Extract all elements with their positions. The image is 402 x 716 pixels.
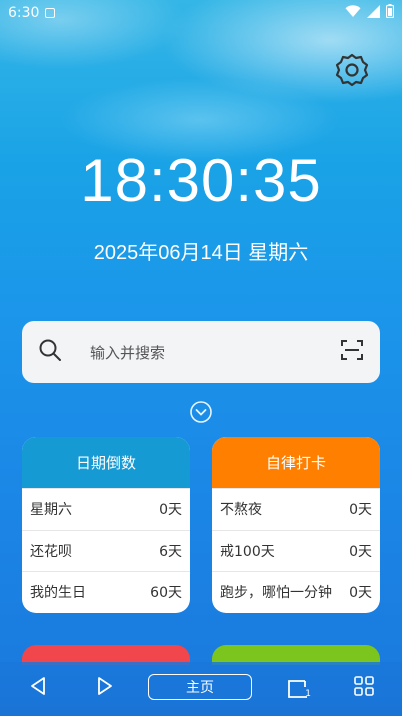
wifi-icon xyxy=(345,4,361,22)
list-item-value: 60天 xyxy=(150,585,182,602)
app-notification-icon xyxy=(45,8,56,18)
list-item[interactable]: 我的生日 60天 xyxy=(22,571,190,613)
date-text: 2025年06月14日 星期六 xyxy=(93,242,309,264)
list-item-value: 0天 xyxy=(349,543,372,560)
search-bar[interactable]: 输入并搜索 xyxy=(22,321,380,383)
chevron-down-circle-icon xyxy=(189,400,213,428)
menu-button[interactable] xyxy=(352,676,376,700)
home-button[interactable]: 主页 xyxy=(148,674,252,700)
forward-button[interactable] xyxy=(93,676,117,700)
gear-icon xyxy=(334,52,370,92)
tabs-icon: 1 xyxy=(287,679,311,699)
list-item[interactable]: 戒100天 0天 xyxy=(212,529,380,572)
signal-icon xyxy=(367,4,380,22)
settings-button[interactable] xyxy=(332,52,372,92)
tab-count: 1 xyxy=(305,689,311,699)
expand-button[interactable] xyxy=(189,400,213,428)
list-item-label: 戒100天 xyxy=(220,543,275,560)
list-item-label: 还花呗 xyxy=(30,543,72,560)
countdown-card-title[interactable]: 日期倒数 xyxy=(22,437,190,488)
list-item-label: 星期六 xyxy=(30,502,72,519)
battery-icon xyxy=(385,4,395,22)
list-item-label: 不熬夜 xyxy=(220,502,262,519)
forward-icon xyxy=(96,676,114,700)
status-time: 6:30 xyxy=(8,5,40,21)
list-item[interactable]: 不熬夜 0天 xyxy=(212,488,380,530)
list-item-value: 6天 xyxy=(159,543,182,560)
scan-icon[interactable] xyxy=(340,338,364,366)
tabs-button[interactable]: 1 xyxy=(285,676,311,702)
back-icon xyxy=(29,676,47,700)
list-item[interactable]: 还花呗 6天 xyxy=(22,529,190,572)
list-item[interactable]: 跑步，哪怕一分钟 0天 xyxy=(212,571,380,613)
grid-menu-icon xyxy=(354,676,374,700)
checkin-card-title[interactable]: 自律打卡 xyxy=(212,437,380,488)
bottom-navigation: 主页 1 xyxy=(0,662,402,716)
list-item-label: 我的生日 xyxy=(30,585,86,602)
list-item-value: 0天 xyxy=(349,502,372,519)
status-bar: 6:30 xyxy=(0,0,402,26)
checkin-card[interactable]: 自律打卡 不熬夜 0天 戒100天 0天 跑步，哪怕一分钟 0天 xyxy=(212,437,380,613)
list-item-value: 0天 xyxy=(349,585,372,602)
back-button[interactable] xyxy=(26,676,50,700)
list-item-value: 0天 xyxy=(159,502,182,519)
list-item[interactable]: 星期六 0天 xyxy=(22,488,190,530)
countdown-card[interactable]: 日期倒数 星期六 0天 还花呗 6天 我的生日 60天 xyxy=(22,437,190,613)
search-input[interactable]: 输入并搜索 xyxy=(90,342,340,363)
list-item-label: 跑步，哪怕一分钟 xyxy=(220,585,332,602)
clock-time: 18:30:35 xyxy=(80,147,322,214)
search-icon[interactable] xyxy=(38,338,62,366)
